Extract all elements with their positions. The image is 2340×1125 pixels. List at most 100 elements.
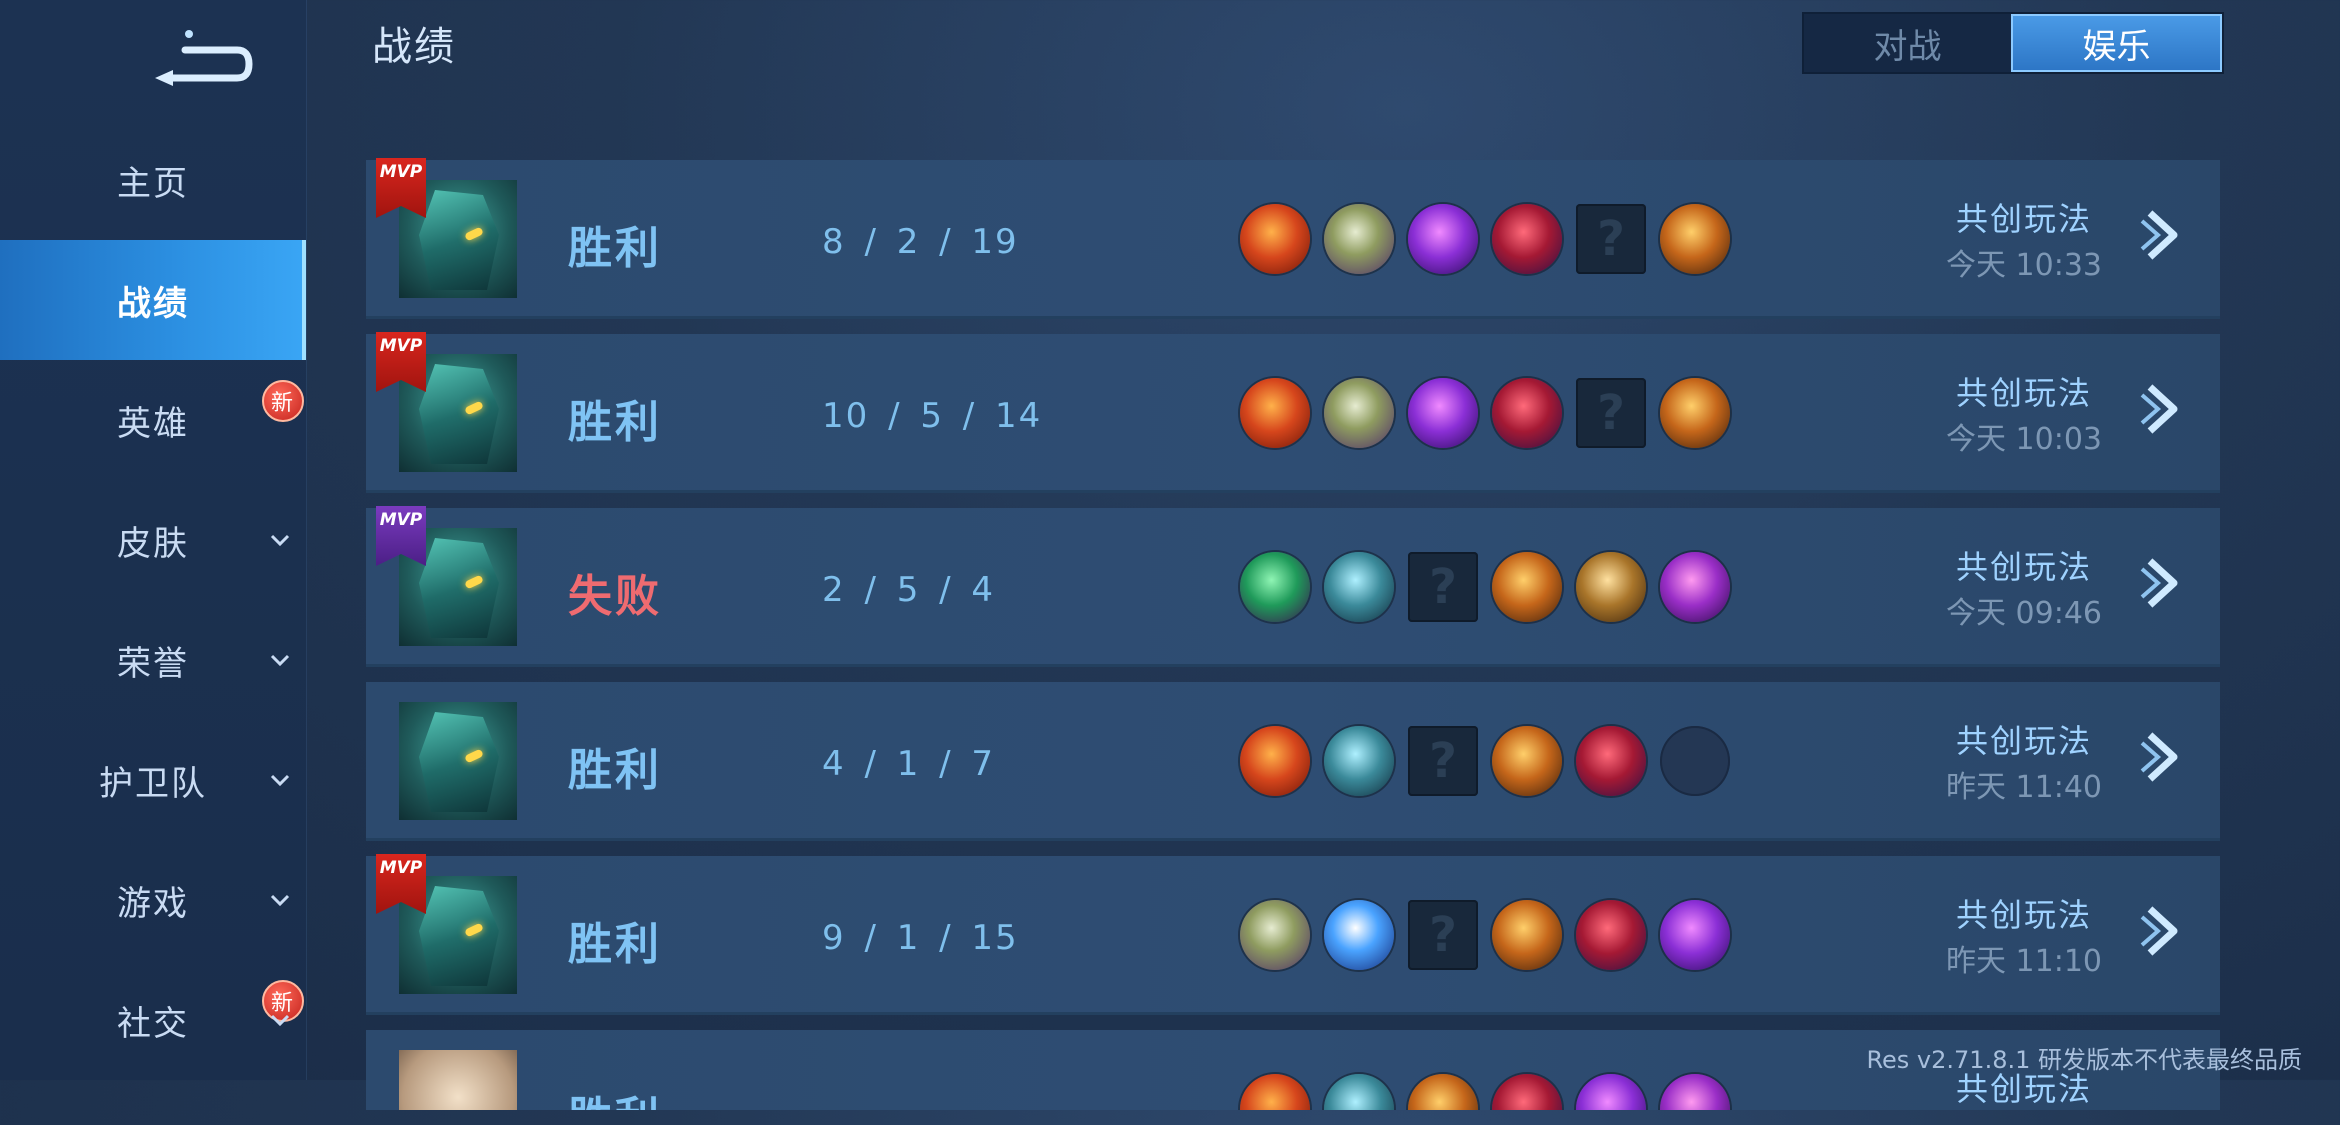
chevron-down-icon xyxy=(270,894,290,907)
equipment-icon xyxy=(1492,378,1562,448)
chevron-down-icon xyxy=(270,774,290,787)
equipment-icon xyxy=(1240,900,1310,970)
kda-score: 9 / 1 / 15 xyxy=(822,918,1019,958)
equipment-list: ? xyxy=(1240,204,1730,276)
equipment-icon xyxy=(1576,552,1646,622)
unknown-item-icon: ? xyxy=(1576,378,1646,448)
equipment-icon xyxy=(1660,204,1730,274)
sidebar-item-skins[interactable]: 皮肤 xyxy=(0,480,306,600)
sidebar-item-label: 皮肤 xyxy=(117,523,189,564)
equipment-list: ? xyxy=(1240,726,1730,798)
equipment-icon xyxy=(1492,552,1562,622)
match-time: 今天 10:33 xyxy=(1946,248,2102,283)
equipment-icon xyxy=(1324,1074,1394,1110)
chevron-right-icon[interactable] xyxy=(2132,553,2192,613)
equipment-icon xyxy=(1492,1074,1562,1110)
sidebar-item-label: 荣誉 xyxy=(117,643,189,684)
kda-score: 8 / 2 / 19 xyxy=(822,222,1019,262)
match-result: 胜利 xyxy=(568,397,662,448)
tab-entertainment[interactable]: 娱乐 xyxy=(2011,14,2222,72)
match-result: 胜利 xyxy=(568,223,662,274)
game-mode: 共创玩法 xyxy=(1955,722,2092,760)
equipment-icon xyxy=(1324,552,1394,622)
hero-avatar xyxy=(399,1050,517,1110)
equipment-icon xyxy=(1324,726,1394,796)
sidebar-item-guard-team[interactable]: 护卫队 xyxy=(0,720,306,840)
kda-score: 10 / 5 / 14 xyxy=(822,396,1043,436)
equipment-icon xyxy=(1240,204,1310,274)
equipment-list: ? xyxy=(1240,378,1730,450)
equipment-icon xyxy=(1324,900,1394,970)
equipment-icon xyxy=(1576,1074,1646,1110)
tab-battle[interactable]: 对战 xyxy=(1804,14,2011,72)
equipment-list: ? xyxy=(1240,552,1730,624)
equipment-icon xyxy=(1660,552,1730,622)
version-note: Res v2.71.8.1 研发版本不代表最终品质 xyxy=(1866,1046,2302,1074)
sidebar-item-label: 英雄 xyxy=(117,403,189,444)
return-arrow-icon xyxy=(155,30,253,86)
equipment-icon xyxy=(1492,204,1562,274)
chevron-right-icon[interactable] xyxy=(2132,379,2192,439)
equipment-icon xyxy=(1240,378,1310,448)
equipment-icon xyxy=(1660,378,1730,448)
record-row[interactable]: MVP 胜利 10 / 5 / 14 ? 共创玩法 今天 10:03 xyxy=(366,332,2220,493)
sidebar-item-social[interactable]: 社交 新 xyxy=(0,960,306,1080)
kda-score: 4 / 1 / 7 xyxy=(822,744,996,784)
match-time: 今天 09:46 xyxy=(1946,596,2102,631)
sidebar-item-label: 社交 xyxy=(117,1003,189,1044)
equipment-icon xyxy=(1324,204,1394,274)
equipment-icon xyxy=(1240,552,1310,622)
game-mode: 共创玩法 xyxy=(1955,374,2092,412)
equipment-icon xyxy=(1408,204,1478,274)
sidebar-item-label: 游戏 xyxy=(117,883,189,924)
equipment-icon xyxy=(1492,726,1562,796)
equipment-icon xyxy=(1492,900,1562,970)
record-row[interactable]: MVP 失败 2 / 5 / 4 ? 共创玩法 今天 09:46 xyxy=(366,506,2220,667)
unknown-item-icon: ? xyxy=(1576,204,1646,274)
match-result: 胜利 xyxy=(568,1082,662,1110)
chevron-down-icon xyxy=(270,1014,290,1027)
equipment-icon xyxy=(1408,378,1478,448)
chevron-right-icon[interactable] xyxy=(2132,205,2192,265)
equipment-list xyxy=(1240,1074,1730,1110)
match-time: 昨天 11:40 xyxy=(1946,770,2102,805)
equipment-icon xyxy=(1240,1074,1310,1110)
match-time: 昨天 11:10 xyxy=(1946,944,2102,979)
sidebar: 主页 战绩 英雄 新 皮肤 荣誉 护卫队 游戏 社交 新 xyxy=(0,0,307,1080)
match-result: 失败 xyxy=(568,571,662,622)
game-mode: 共创玩法 xyxy=(1955,200,2092,238)
unknown-item-icon: ? xyxy=(1408,552,1478,622)
equipment-icon xyxy=(1324,378,1394,448)
mode-tabs: 对战 娱乐 xyxy=(1802,12,2224,74)
equipment-icon xyxy=(1576,726,1646,796)
chevron-down-icon xyxy=(270,534,290,547)
equipment-icon xyxy=(1576,900,1646,970)
sidebar-item-honor[interactable]: 荣誉 xyxy=(0,600,306,720)
sidebar-item-home[interactable]: 主页 xyxy=(0,120,306,240)
kda-score: 2 / 5 / 4 xyxy=(822,570,996,610)
match-time: 今天 10:03 xyxy=(1946,422,2102,457)
sidebar-item-games[interactable]: 游戏 xyxy=(0,840,306,960)
back-button[interactable] xyxy=(145,28,255,88)
unknown-item-icon: ? xyxy=(1408,726,1478,796)
equipment-icon xyxy=(1240,726,1310,796)
record-row[interactable]: MVP 胜利 9 / 1 / 15 ? 共创玩法 昨天 11:10 xyxy=(366,854,2220,1015)
sidebar-item-heroes[interactable]: 英雄 新 xyxy=(0,360,306,480)
chevron-right-icon[interactable] xyxy=(2132,727,2192,787)
game-mode: 共创玩法 xyxy=(1955,548,2092,586)
equipment-icon xyxy=(1408,1074,1478,1110)
sidebar-item-label: 护卫队 xyxy=(99,763,207,804)
sidebar-item-records[interactable]: 战绩 xyxy=(0,240,306,360)
game-mode: 共创玩法 xyxy=(1955,896,2092,934)
chevron-right-icon[interactable] xyxy=(2132,901,2192,961)
match-result: 胜利 xyxy=(568,745,662,796)
records-list: MVP 胜利 8 / 2 / 19 ? 共创玩法 今天 10:33 MVP 胜利… xyxy=(366,158,2220,1125)
page-title: 战绩 xyxy=(372,24,456,70)
match-result: 胜利 xyxy=(568,919,662,970)
record-row[interactable]: MVP 胜利 8 / 2 / 19 ? 共创玩法 今天 10:33 xyxy=(366,158,2220,319)
record-row[interactable]: 胜利 4 / 1 / 7 ? 共创玩法 昨天 11:40 xyxy=(366,682,2220,841)
new-badge: 新 xyxy=(262,380,304,422)
empty-item-slot xyxy=(1660,726,1730,796)
equipment-icon xyxy=(1660,900,1730,970)
equipment-list: ? xyxy=(1240,900,1730,972)
